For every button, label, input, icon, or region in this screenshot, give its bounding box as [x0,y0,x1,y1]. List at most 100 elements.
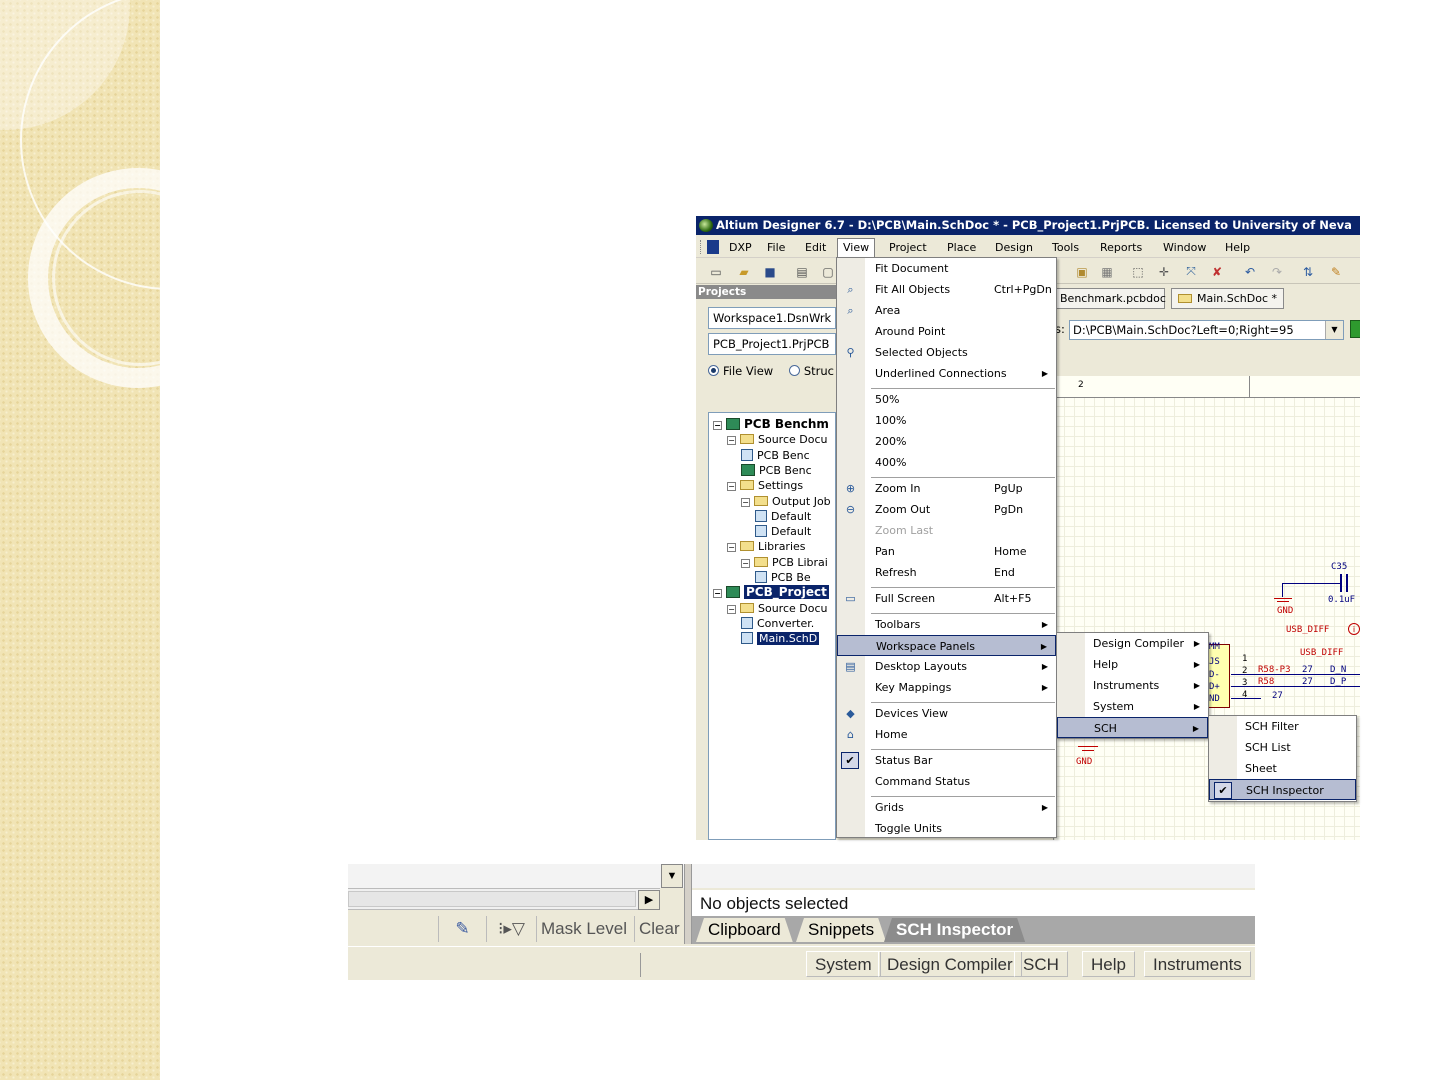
tree-node[interactable]: − PCB Librai [741,555,828,570]
menu-item-help[interactable]: Help ▶ [1057,654,1208,675]
menu-item-sch[interactable]: SCH ▶ [1057,717,1208,738]
new-document-icon[interactable]: ▭ [708,264,724,279]
print-preview-icon[interactable]: ▢ [820,264,836,279]
scrollbar-track[interactable] [348,891,636,907]
menu-item-toggle-units[interactable]: Toggle Units [837,818,1056,839]
open-folder-icon[interactable]: ▰ [736,264,752,279]
menu-tools[interactable]: Tools [1047,239,1084,256]
menu-file[interactable]: File [762,239,790,256]
tree-node[interactable]: − Source Docu [727,432,828,447]
undo-icon[interactable]: ↶ [1242,264,1258,279]
tree-node[interactable]: Main.SchD [741,631,820,646]
document-address-field[interactable]: D:\PCB\Main.SchDoc?Left=0;Right=95 ▼ [1069,320,1344,340]
menu-item-selected-objects[interactable]: ⚲ Selected Objects [837,342,1056,363]
chevron-down-icon[interactable]: ▼ [661,864,683,888]
collapse-icon[interactable]: − [727,436,736,446]
menu-item-full-screen[interactable]: ▭ Full Screen Alt+F5 [837,588,1056,609]
menu-item-zoom-out[interactable]: ⊖ Zoom Out PgDn [837,499,1056,520]
move-icon[interactable]: ✛ [1156,264,1172,279]
paste-icon[interactable]: ▣ [1074,264,1090,279]
menu-item-command-status[interactable]: Command Status [837,771,1056,792]
collapse-icon[interactable]: − [727,543,736,553]
cross-probe-icon[interactable]: ✎ [1328,264,1344,279]
tree-node[interactable]: − PCB_Project [713,585,829,600]
menu-item-fit-document[interactable]: Fit Document [837,258,1056,279]
tab-sch-inspector[interactable]: SCH Inspector [884,918,1025,942]
scroll-right-icon[interactable]: ▶ [638,890,660,910]
menu-item-refresh[interactable]: Refresh End [837,562,1056,583]
menu-item-sch-list[interactable]: SCH List [1209,737,1356,758]
tree-node[interactable]: − Settings [727,478,803,493]
save-icon[interactable]: ■ [762,264,778,279]
menu-item-system[interactable]: System ▶ [1057,696,1208,717]
menu-reports[interactable]: Reports [1095,239,1147,256]
tree-node[interactable]: − Output Job [741,494,831,509]
menu-item-desktop-layouts[interactable]: ▤ Desktop Layouts ▶ [837,656,1056,677]
menu-edit[interactable]: Edit [800,239,831,256]
tree-node[interactable]: PCB Benc [741,448,810,463]
collapse-icon[interactable]: − [741,497,750,507]
panel-button-design-compiler[interactable]: Design Compiler [878,951,1022,977]
tab-benchmark-pcbdoc[interactable]: Benchmark.pcbdoc [1053,288,1166,309]
horizontal-scrollbar[interactable] [348,888,660,910]
menu-item-grids[interactable]: Grids ▶ [837,797,1056,818]
menu-item-sch-filter[interactable]: SCH Filter [1209,716,1356,737]
tree-node[interactable]: − Libraries [727,539,806,554]
file-view-radio[interactable]: File View [708,364,773,378]
menu-item-sch-inspector[interactable]: ✔ SCH Inspector [1209,779,1356,800]
mask-level-button[interactable]: Mask Level [536,916,631,942]
tree-node[interactable]: − PCB Benchm [713,417,829,432]
menu-item-around-point[interactable]: Around Point [837,321,1056,342]
tree-node[interactable]: PCB Be [755,570,811,585]
clear-button[interactable]: Clear [634,916,684,942]
tab-main-schdoc[interactable]: Main.SchDoc * [1171,288,1285,309]
structure-view-radio[interactable]: Struc [788,364,834,378]
panel-button-help[interactable]: Help [1082,951,1135,977]
print-icon[interactable]: ▤ [794,264,810,279]
menu-item-zoom-in[interactable]: ⊕ Zoom In PgUp [837,478,1056,499]
tab-clipboard[interactable]: Clipboard [696,918,793,942]
menu-item-pan[interactable]: Pan Home [837,541,1056,562]
collapse-icon[interactable]: − [713,421,722,430]
clear-filter-icon[interactable]: ✘ [1209,264,1225,279]
collapse-icon[interactable]: − [727,482,736,492]
menu-item-underlined-connections[interactable]: Underlined Connections ▶ [837,363,1056,384]
rubber-stamp-icon[interactable]: ▦ [1099,264,1115,279]
menu-item-fit-all-objects[interactable]: ⌕ Fit All Objects Ctrl+PgDn [837,279,1056,300]
panel-button-sch[interactable]: SCH [1014,951,1068,977]
project-combo[interactable]: PCB_Project1.PrjPCB [708,333,836,355]
collapse-icon[interactable]: − [713,589,722,599]
menu-item-home[interactable]: ⌂ Home [837,724,1056,745]
tab-snippets[interactable]: Snippets [796,918,886,942]
collapse-icon[interactable]: − [727,604,736,614]
menu-item-toolbars[interactable]: Toolbars ▶ [837,614,1056,635]
menu-item-design-compiler[interactable]: Design Compiler ▶ [1057,633,1208,654]
tree-node[interactable]: Default [755,524,811,539]
menu-item-50[interactable]: 50% [837,389,1056,410]
collapse-icon[interactable]: − [741,558,750,568]
menu-item-status-bar[interactable]: ✔ Status Bar [837,750,1056,771]
menu-item-instruments[interactable]: Instruments ▶ [1057,675,1208,696]
redo-icon[interactable]: ↷ [1269,264,1285,279]
menu-item-sheet[interactable]: Sheet [1209,758,1356,779]
go-arrow-icon[interactable] [1350,320,1360,338]
panel-button-instruments[interactable]: Instruments [1144,951,1251,977]
menu-place[interactable]: Place [942,239,981,256]
tree-node[interactable]: PCB Benc [741,463,812,478]
panel-button-system[interactable]: System [806,951,881,977]
hierarchy-icon[interactable]: ⇅ [1300,264,1316,279]
deselect-icon[interactable]: ⤧ [1183,264,1199,279]
filter-icon[interactable]: ⁝▸▽ [486,916,536,942]
tree-node[interactable]: Converter. [741,616,814,631]
tree-node[interactable]: − Source Docu [727,601,828,616]
menu-help[interactable]: Help [1220,239,1255,256]
menu-item-200[interactable]: 200% [837,431,1056,452]
highlight-pen-icon[interactable]: ✎ [438,916,486,942]
tree-node[interactable]: Default [755,509,811,524]
workspace-combo[interactable]: Workspace1.DsnWrk [708,307,836,329]
menu-dxp[interactable]: DXP [724,239,757,256]
menu-item-area[interactable]: ⌕ Area [837,300,1056,321]
chevron-down-icon[interactable]: ▼ [1325,321,1343,339]
menu-item-workspace-panels[interactable]: Workspace Panels ▶ [837,635,1056,656]
select-area-icon[interactable]: ⬚ [1130,264,1146,279]
